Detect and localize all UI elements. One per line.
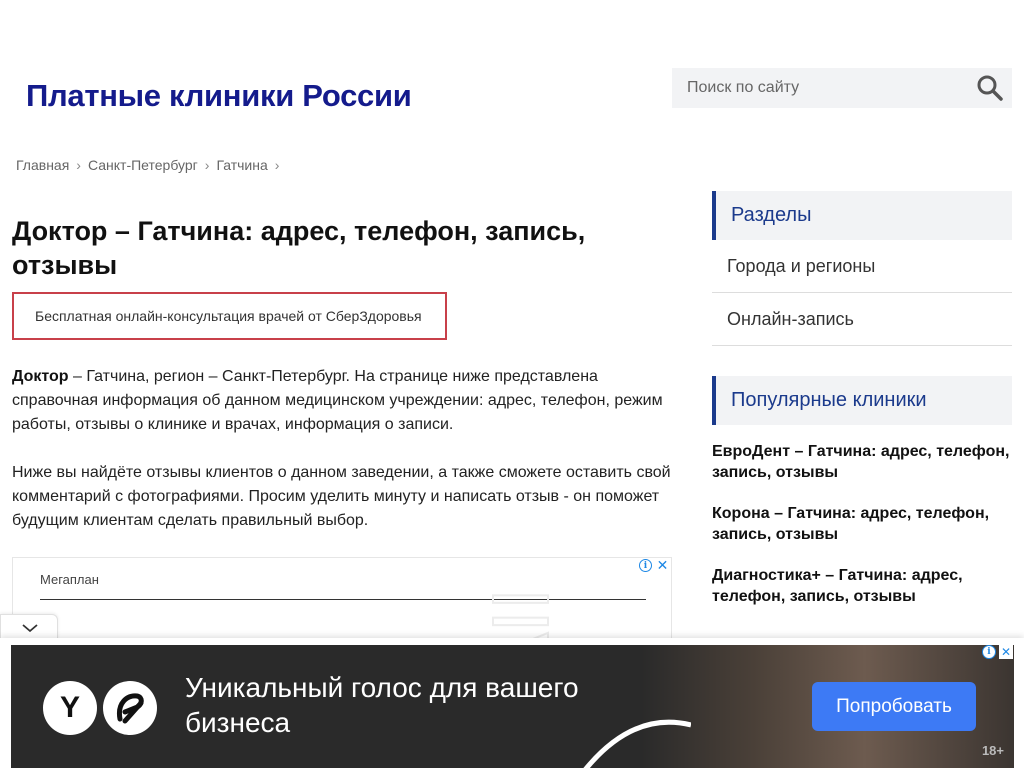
age-rating: 18+ xyxy=(981,743,1004,758)
intro-paragraph: Доктор – Гатчина, регион – Санкт-Петербу… xyxy=(12,365,677,437)
collapse-banner-button[interactable] xyxy=(0,614,58,640)
banner-headline: Уникальный голос для вашего бизнеса xyxy=(185,672,579,738)
search-bar xyxy=(672,68,1012,108)
sidebar-item-online-booking[interactable]: Онлайн-запись xyxy=(712,293,1012,346)
intro-text: Доктор – Гатчина, регион – Санкт-Петербу… xyxy=(12,365,677,533)
site-title[interactable]: Платные клиники России xyxy=(26,78,412,114)
search-input[interactable] xyxy=(672,68,972,108)
inline-ad[interactable]: Мегаплан IIV i ✕ xyxy=(12,557,672,647)
popular-heading: Популярные клиники xyxy=(712,376,1012,425)
ad-label: Мегаплан xyxy=(40,572,99,587)
sidebar-item-cities[interactable]: Города и регионы xyxy=(712,240,1012,293)
sidebar: Разделы Города и регионы Онлайн-запись П… xyxy=(712,191,1012,627)
breadcrumb-separator: › xyxy=(274,157,280,173)
breadcrumb-city[interactable]: Санкт-Петербург xyxy=(88,157,198,173)
popular-clinic-link[interactable]: Диагностика+ – Гатчина: адрес, телефон, … xyxy=(712,565,1012,607)
breadcrumb-separator: › xyxy=(204,157,210,173)
promo-consultation-link[interactable]: Бесплатная онлайн-консультация врачей от… xyxy=(12,292,447,340)
banner-controls: i ✕ xyxy=(982,645,1013,659)
ad-controls: i ✕ xyxy=(639,558,669,572)
breadcrumb-town[interactable]: Гатчина xyxy=(216,157,267,173)
search-icon[interactable] xyxy=(976,74,1004,102)
close-icon[interactable]: ✕ xyxy=(999,645,1013,659)
close-icon[interactable]: ✕ xyxy=(656,558,669,572)
info-icon[interactable]: i xyxy=(982,645,996,659)
brand-logo-icon: Y xyxy=(43,681,97,735)
page-title: Доктор – Гатчина: адрес, телефон, запись… xyxy=(12,216,586,280)
try-button[interactable]: Попробовать xyxy=(812,682,976,731)
popular-clinic-link[interactable]: ЕвроДент – Гатчина: адрес, телефон, запи… xyxy=(712,441,1012,483)
sections-heading: Разделы xyxy=(712,191,1012,240)
info-icon[interactable]: i xyxy=(639,559,652,572)
brand-logo-secondary-icon xyxy=(103,681,157,735)
reviews-paragraph: Ниже вы найдёте отзывы клиентов о данном… xyxy=(12,464,671,529)
breadcrumb-separator: › xyxy=(76,157,81,173)
breadcrumb-home[interactable]: Главная xyxy=(16,157,69,173)
popular-clinic-link[interactable]: Корона – Гатчина: адрес, телефон, запись… xyxy=(712,503,1012,545)
bottom-banner[interactable]: Y Уникальный голос для вашего бизнеса По… xyxy=(11,645,1014,768)
chevron-down-icon xyxy=(22,624,38,633)
intro-description: – Гатчина, регион – Санкт-Петербург. На … xyxy=(12,368,663,433)
popular-clinics-list: ЕвроДент – Гатчина: адрес, телефон, запи… xyxy=(712,441,1012,607)
clinic-name: Доктор xyxy=(12,368,69,385)
breadcrumb: Главная › Санкт-Петербург › Гатчина › xyxy=(16,157,286,173)
